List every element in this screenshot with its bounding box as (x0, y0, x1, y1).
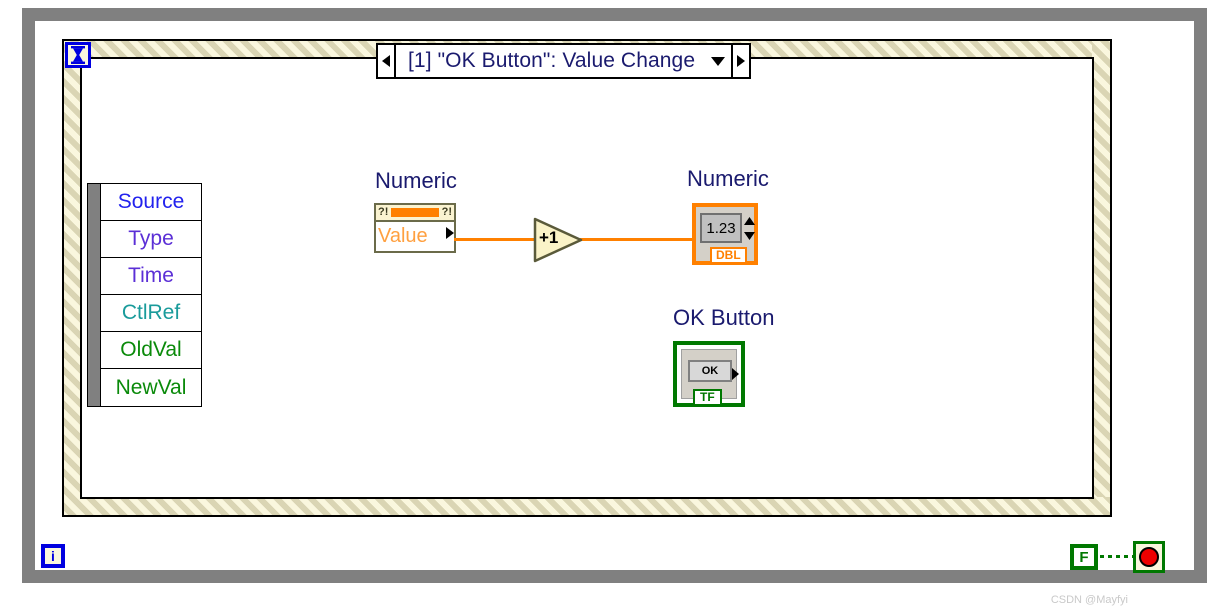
increment-label: +1 (539, 228, 559, 247)
window-border-left (22, 8, 35, 583)
window-border-bottom (22, 570, 1207, 583)
numeric-spinner[interactable] (743, 213, 755, 243)
event-terminal-label: NewVal (115, 375, 187, 399)
property-node-caption: Numeric (375, 168, 457, 193)
property-node-body[interactable]: Value (376, 222, 454, 249)
numeric-indicator-terminal[interactable]: 1.23 DBL (692, 203, 758, 265)
stop-icon (1139, 547, 1159, 567)
numeric-datatype-label: DBL (710, 247, 747, 262)
event-data-node[interactable]: Source Type Time CtlRef OldVal NewVal (87, 183, 202, 407)
event-terminal-label: Time (128, 264, 174, 287)
wire-value-to-increment[interactable] (454, 238, 536, 241)
property-node-right-glyph: ?! (441, 206, 452, 218)
event-selector-label: [1] "OK Button": Value Change (408, 49, 696, 72)
property-node-accent-bar (391, 208, 439, 217)
stop-terminal[interactable] (1133, 541, 1165, 573)
property-node-property-label: Value (378, 224, 428, 247)
event-terminal-oldval[interactable]: OldVal (101, 332, 201, 369)
event-terminal-time[interactable]: Time (101, 258, 201, 295)
wire-false-to-stop[interactable] (1100, 555, 1133, 558)
wire-increment-to-indicator[interactable] (580, 238, 692, 241)
event-terminal-label: Source (117, 190, 185, 213)
left-arrow-icon (381, 55, 390, 67)
event-terminal-ctlref[interactable]: CtlRef (101, 295, 201, 332)
event-terminal-label: Type (128, 227, 174, 250)
boolean-output-arrow-icon (732, 368, 739, 380)
event-data-node-terminals: Source Type Time CtlRef OldVal NewVal (100, 183, 202, 407)
event-data-node-grip[interactable] (87, 183, 100, 407)
ok-button-caption: OK Button (673, 305, 775, 330)
ok-button-datatype-label: TF (693, 389, 722, 404)
event-next-button[interactable] (731, 45, 750, 77)
false-constant[interactable]: F (1070, 544, 1098, 570)
property-node-numeric[interactable]: ?! ?! Value (374, 203, 456, 253)
event-terminal-newval[interactable]: NewVal (101, 369, 201, 406)
increment-function[interactable]: +1 (533, 217, 583, 263)
property-node-left-glyph: ?! (378, 206, 389, 218)
event-terminal-label: CtlRef (121, 301, 181, 324)
spinner-down-icon (743, 231, 755, 240)
window-border-right (1194, 8, 1207, 583)
spinner-up-icon (743, 216, 755, 225)
ok-button-terminal[interactable]: OK TF (673, 341, 745, 407)
chevron-down-icon (711, 56, 726, 66)
property-node-header: ?! ?! (376, 205, 454, 222)
window-border-top (22, 8, 1207, 21)
event-terminal-type[interactable]: Type (101, 221, 201, 258)
info-icon[interactable]: i (41, 544, 65, 568)
right-arrow-icon (736, 55, 745, 67)
event-dropdown-button[interactable] (705, 45, 732, 77)
event-terminal-source[interactable]: Source (101, 184, 201, 221)
numeric-indicator-display: 1.23 (700, 213, 742, 243)
event-selector-bar[interactable]: [1] "OK Button": Value Change (376, 43, 752, 79)
event-structure[interactable] (62, 39, 1112, 517)
event-prev-button[interactable] (378, 45, 396, 77)
numeric-indicator-value: 1.23 (706, 219, 736, 237)
hourglass-icon (71, 46, 85, 64)
structure-inner-outline (80, 57, 1094, 499)
event-terminal-label: OldVal (120, 338, 182, 361)
numeric-indicator-caption: Numeric (687, 166, 769, 191)
timeout-terminal[interactable] (65, 42, 91, 68)
ok-button-glyph: OK (688, 360, 732, 382)
watermark: CSDN @Mayfyi (1050, 594, 1128, 606)
